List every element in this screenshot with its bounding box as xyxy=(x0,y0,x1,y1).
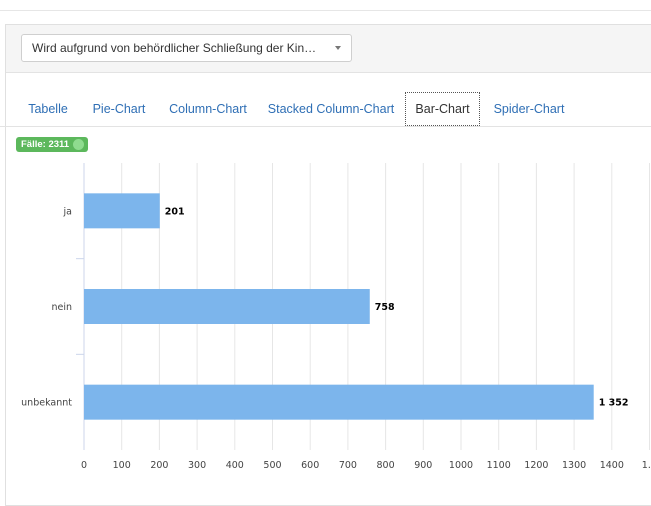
data-label: 758 xyxy=(375,302,395,313)
x-tick-label: 900 xyxy=(414,460,432,471)
bar xyxy=(84,384,594,420)
data-label: 1 352 xyxy=(599,398,629,409)
data-label: 201 xyxy=(165,206,185,217)
x-tick-label: 100 xyxy=(113,460,131,471)
x-tick-label: 0 xyxy=(81,460,87,471)
x-tick-label: 1200 xyxy=(524,460,548,471)
x-tick-label: 1000 xyxy=(449,460,473,471)
category-label: unbekannt xyxy=(21,398,72,409)
bar xyxy=(84,193,160,229)
category-label: ja xyxy=(63,206,72,217)
category-label: nein xyxy=(51,302,72,313)
x-tick-label: 300 xyxy=(188,460,206,471)
x-tick-label: 1400 xyxy=(600,460,624,471)
x-tick-label: 200 xyxy=(150,460,168,471)
bar xyxy=(84,289,370,324)
x-tick-label: 800 xyxy=(377,460,395,471)
x-tick-label: 1100 xyxy=(487,460,511,471)
bar-chart: 0 100 200 300 400 500 600 700 800 900 1000 1100 1200… xyxy=(21,163,651,471)
x-tick-label: 600 xyxy=(301,460,319,471)
x-tick-label: 500 xyxy=(263,460,281,471)
x-tick-label: 700 xyxy=(339,460,357,471)
x-tick-label: 1300 xyxy=(562,460,586,471)
x-tick-label: 1… xyxy=(642,460,651,471)
x-tick-label: 400 xyxy=(226,460,244,471)
